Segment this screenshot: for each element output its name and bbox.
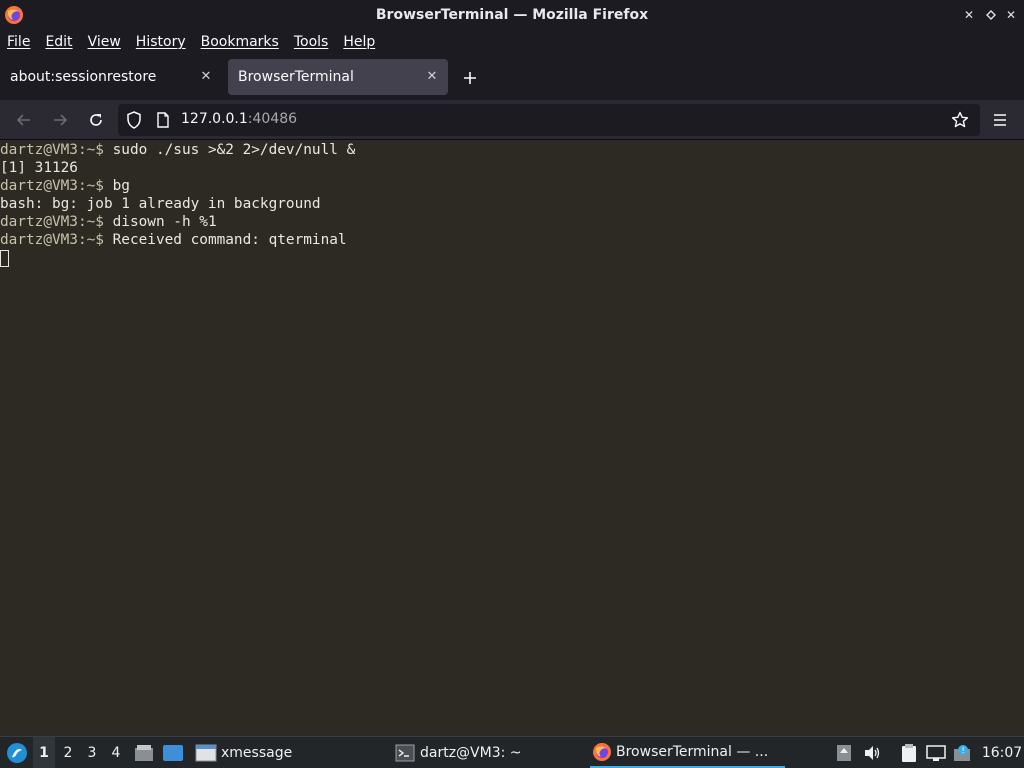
- network-icon[interactable]: [926, 743, 946, 763]
- page-icon[interactable]: [156, 112, 170, 132]
- app-menu-button[interactable]: [986, 106, 1014, 134]
- update-notifier-icon[interactable]: !: [952, 743, 972, 763]
- workspace-1[interactable]: 1: [33, 737, 55, 768]
- bookmark-star-icon[interactable]: [951, 111, 969, 133]
- tab-label: BrowserTerminal: [238, 69, 354, 85]
- menubar: File Edit View History Bookmarks Tools H…: [0, 30, 1024, 54]
- terminal-line: [1] 31126: [0, 159, 1024, 177]
- terminal-text: bg: [112, 178, 130, 194]
- task-firefox[interactable]: BrowserTerminal — ...: [590, 737, 785, 768]
- minimize-icon[interactable]: ✕: [958, 0, 980, 30]
- forward-button[interactable]: [46, 106, 74, 134]
- clipboard-icon[interactable]: [899, 743, 919, 763]
- url-port: :40486: [247, 111, 298, 127]
- new-tab-button[interactable]: [458, 66, 482, 90]
- terminal-text: [1] 31126: [0, 160, 78, 176]
- menu-file[interactable]: File: [7, 34, 30, 50]
- terminal-line: dartz@VM3:~$ bg: [0, 177, 1024, 195]
- back-button[interactable]: [10, 106, 38, 134]
- terminal-output[interactable]: dartz@VM3:~$ sudo ./sus >&2 2>/dev/null …: [0, 141, 1024, 735]
- terminal-text: sudo ./sus >&2 2>/dev/null &: [112, 142, 356, 158]
- tab-sessionrestore[interactable]: about:sessionrestore ✕: [0, 59, 222, 95]
- svg-text:!: !: [962, 746, 965, 755]
- close-icon[interactable]: ✕: [1000, 0, 1022, 30]
- terminal-prompt: dartz@VM3:~$: [0, 142, 113, 158]
- restore-icon[interactable]: [980, 0, 1002, 30]
- firefox-icon: [4, 5, 24, 25]
- window-icon: [195, 744, 217, 762]
- navigation-toolbar: 127.0.0.1:40486: [0, 100, 1024, 140]
- show-desktop-launcher[interactable]: [162, 737, 184, 768]
- tray-upload-icon[interactable]: [834, 743, 854, 763]
- terminal-prompt: dartz@VM3:~$: [0, 214, 113, 230]
- terminal-prompt: dartz@VM3:~$: [0, 232, 113, 248]
- url-host: 127.0.0.1: [181, 111, 248, 127]
- close-tab-icon[interactable]: ✕: [424, 68, 440, 84]
- arrow-right-icon: [54, 114, 68, 126]
- terminal-text: disown -h %1: [112, 214, 217, 230]
- menu-tools[interactable]: Tools: [294, 34, 329, 50]
- firefox-icon: [593, 742, 611, 761]
- terminal-line: bash: bg: job 1 already in background: [0, 195, 1024, 213]
- terminal-line: dartz@VM3:~$ sudo ./sus >&2 2>/dev/null …: [0, 141, 1024, 159]
- menu-bookmarks[interactable]: Bookmarks: [201, 34, 279, 50]
- taskbar: 1 2 3 4 xmessage dartz@VM3: ~ BrowserTer…: [0, 736, 1024, 768]
- menu-help[interactable]: Help: [343, 34, 375, 50]
- terminal-line: dartz@VM3:~$ Received command: qterminal: [0, 231, 1024, 249]
- volume-icon[interactable]: [862, 743, 882, 763]
- url-bar[interactable]: 127.0.0.1:40486: [118, 104, 980, 136]
- workspace-3[interactable]: 3: [81, 737, 103, 768]
- tab-strip: about:sessionrestore ✕ BrowserTerminal ✕: [0, 54, 1024, 100]
- start-menu-button[interactable]: [4, 737, 30, 768]
- lubuntu-logo-icon: [7, 743, 27, 763]
- clock[interactable]: 16:07: [982, 737, 1022, 768]
- reload-icon: [90, 114, 102, 126]
- file-manager-icon: [135, 745, 153, 761]
- menu-history[interactable]: History: [136, 34, 186, 50]
- task-label: dartz@VM3: ~: [420, 745, 522, 761]
- hamburger-menu-icon: [994, 114, 1006, 126]
- terminal-line: dartz@VM3:~$ disown -h %1: [0, 213, 1024, 231]
- file-manager-launcher[interactable]: [134, 737, 154, 768]
- window-title: BrowserTerminal — Mozilla Firefox: [375, 7, 649, 23]
- close-tab-icon[interactable]: ✕: [198, 68, 214, 84]
- terminal-cursor: [0, 249, 9, 267]
- task-xmessage[interactable]: xmessage: [193, 737, 373, 768]
- window-titlebar[interactable]: BrowserTerminal — Mozilla Firefox ✕ ✕: [0, 0, 1024, 30]
- terminal-text: Received command: qterminal: [112, 232, 347, 248]
- tab-label: about:sessionrestore: [10, 69, 157, 85]
- terminal-icon: [395, 744, 415, 762]
- desktop-icon: [163, 745, 183, 761]
- workspace-2[interactable]: 2: [57, 737, 79, 768]
- workspace-4[interactable]: 4: [105, 737, 127, 768]
- reload-button[interactable]: [82, 106, 110, 134]
- menu-edit[interactable]: Edit: [45, 34, 72, 50]
- terminal-text: bash: bg: job 1 already in background: [0, 196, 321, 212]
- task-label: xmessage: [221, 745, 293, 761]
- arrow-left-icon: [16, 114, 30, 126]
- plus-icon: [464, 72, 476, 84]
- terminal-line: [0, 249, 1024, 267]
- terminal-prompt: dartz@VM3:~$: [0, 178, 113, 194]
- shield-icon[interactable]: [126, 111, 142, 133]
- task-label: BrowserTerminal — ...: [616, 743, 769, 760]
- menu-view[interactable]: View: [88, 34, 121, 50]
- task-terminal[interactable]: dartz@VM3: ~: [393, 737, 573, 768]
- tab-browserterminal[interactable]: BrowserTerminal ✕: [228, 59, 448, 95]
- url-text[interactable]: 127.0.0.1:40486: [181, 111, 297, 127]
